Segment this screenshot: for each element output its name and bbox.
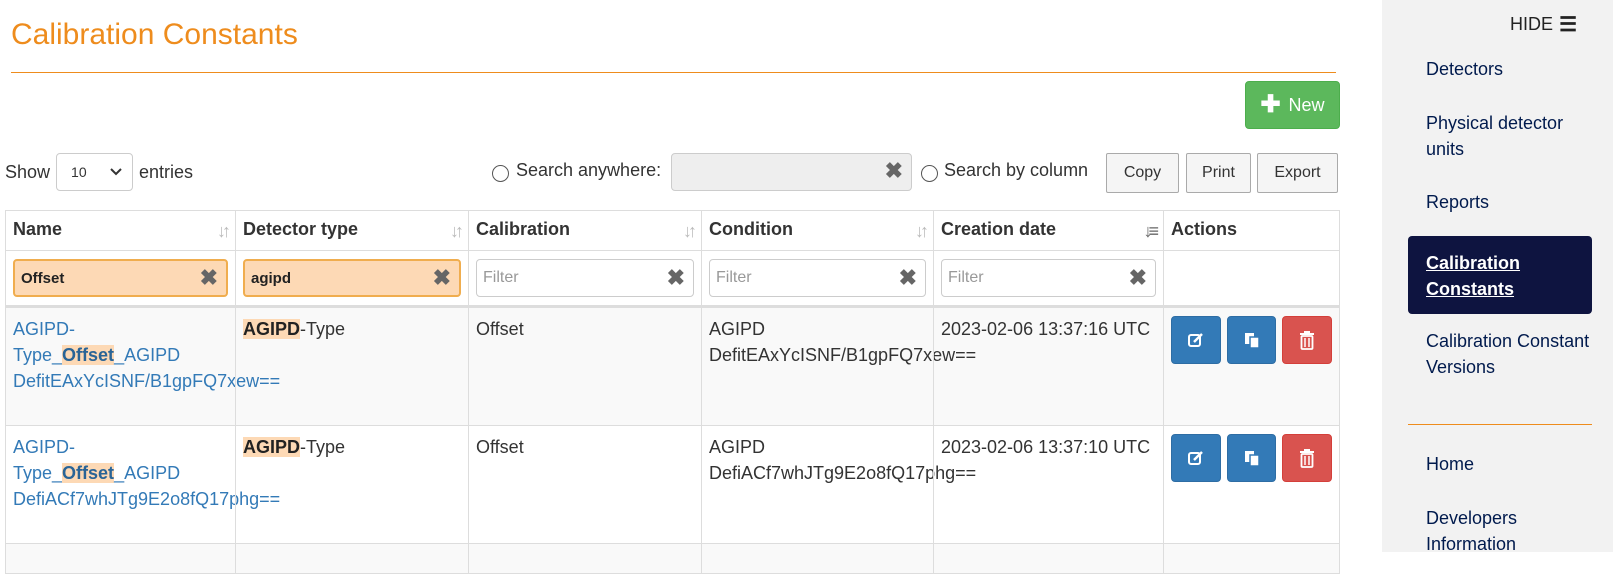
column-header-creation-date[interactable]: Creation date ↓≡: [933, 211, 1163, 250]
edit-button[interactable]: [1171, 434, 1221, 482]
clear-filter-icon[interactable]: ✖: [899, 267, 917, 289]
condition-cell: AGIPD DefiACf7whJTg9E2o8fQ17phg==: [701, 426, 976, 543]
filter-cell: Filter ✖: [701, 251, 933, 305]
page-length-control: Show 10 entries: [5, 153, 193, 191]
sort-icon: ↓↑: [450, 221, 464, 241]
condition-filter-input[interactable]: Filter ✖: [709, 259, 926, 297]
delete-button[interactable]: [1282, 434, 1333, 482]
page-length-select[interactable]: 10: [56, 153, 134, 191]
clear-filter-icon[interactable]: ✖: [433, 267, 451, 289]
detector-type-cell: AGIPD-Type: [235, 426, 468, 543]
sort-icon: ↓↑: [683, 221, 697, 241]
creation-date-cell: 2023-02-06 13:37:16 UTC: [933, 308, 1163, 425]
title-divider: [11, 72, 1336, 73]
sidebar-divider: [1408, 424, 1592, 425]
search-anywhere-label: Search anywhere:: [516, 160, 662, 180]
edit-icon: [1187, 451, 1203, 465]
sidebar-item-calibration-constants[interactable]: Calibration Constants: [1408, 236, 1592, 314]
sidebar-item-reports[interactable]: Reports: [1426, 189, 1596, 215]
clone-button[interactable]: [1226, 434, 1277, 482]
calibration-cell: Offset: [468, 308, 701, 425]
sidebar-item-calibration-constant-versions[interactable]: Calibration Constant Versions: [1426, 328, 1596, 380]
sidebar: HIDE ☰ Detectors Physical detector units…: [1382, 0, 1613, 554]
export-button[interactable]: Export: [1257, 153, 1338, 193]
detector-type-cell: AGIPD-Type: [235, 308, 468, 425]
entries-label: entries: [139, 161, 194, 182]
hide-sidebar-toggle[interactable]: HIDE ☰: [1510, 12, 1577, 37]
sidebar-item-detectors[interactable]: Detectors: [1426, 56, 1596, 82]
name-cell: AGIPD-Type_Offset_AGIPD DefitEAxYcISNF/B…: [5, 308, 280, 425]
page-title: Calibration Constants: [11, 18, 298, 51]
name-filter-input[interactable]: Offset ✖: [13, 259, 228, 297]
clear-filter-icon[interactable]: ✖: [200, 267, 218, 289]
show-label: Show: [5, 161, 51, 182]
sidebar-item-home[interactable]: Home: [1426, 451, 1596, 477]
sort-icon: ↓↑: [217, 221, 231, 241]
clone-button[interactable]: [1226, 316, 1277, 364]
trash-icon: [1300, 449, 1315, 468]
calibration-filter-input[interactable]: Filter ✖: [476, 259, 694, 297]
filter-cell: Filter ✖: [933, 251, 1163, 305]
creation-date-cell: 2023-02-06 13:37:10 UTC: [933, 426, 1163, 543]
trash-icon: [1300, 331, 1315, 350]
creation-date-filter-input[interactable]: Filter ✖: [941, 259, 1156, 297]
search-by-column-radio[interactable]: [921, 165, 938, 182]
edit-icon: [1187, 333, 1203, 347]
filter-cell: [1163, 251, 1340, 305]
clear-search-icon[interactable]: ✖: [885, 160, 903, 182]
table-header-row: Name ↓↑ Detector type ↓↑ Calibration ↓↑ …: [5, 210, 1340, 251]
new-button[interactable]: ✚ New: [1245, 81, 1340, 129]
calibration-constants-table: Name ↓↑ Detector type ↓↑ Calibration ↓↑ …: [5, 210, 1340, 574]
column-header-actions: Actions: [1163, 211, 1340, 250]
sidebar-item-physical-detector-units[interactable]: Physical detector units: [1426, 110, 1596, 162]
copy-icon: [1244, 333, 1260, 349]
sidebar-item-developers-information[interactable]: Developers Information: [1426, 505, 1596, 557]
column-header-detector-type[interactable]: Detector type ↓↑: [235, 211, 468, 250]
chevron-down-icon: [110, 168, 122, 176]
delete-button[interactable]: [1282, 316, 1333, 364]
filter-row: Offset ✖ agipd ✖ Filter ✖ Filter ✖ Filte: [5, 251, 1340, 308]
table-row: AGIPD-Type_Offset_AGIPD DefitEAxYcISNF/B…: [5, 308, 1340, 426]
column-header-name[interactable]: Name ↓↑: [5, 211, 235, 250]
copy-icon: [1244, 451, 1260, 467]
search-by-column-label: Search by column: [944, 160, 1089, 180]
name-cell: AGIPD-Type_Offset_AGIPD DefiACf7whJTg9E2…: [5, 426, 280, 543]
filter-cell: agipd ✖: [235, 251, 468, 305]
page-length-value: 10: [71, 164, 87, 180]
table-row: [5, 544, 1340, 574]
clear-filter-icon[interactable]: ✖: [667, 267, 685, 289]
condition-cell: AGIPD DefitEAxYcISNF/B1gpFQ7xew==: [701, 308, 976, 425]
column-header-calibration[interactable]: Calibration ↓↑: [468, 211, 701, 250]
actions-cell: [1163, 308, 1340, 425]
copy-button[interactable]: Copy: [1106, 153, 1179, 193]
table-row: AGIPD-Type_Offset_AGIPD DefiACf7whJTg9E2…: [5, 426, 1340, 544]
column-header-condition[interactable]: Condition ↓↑: [701, 211, 933, 250]
edit-button[interactable]: [1171, 316, 1221, 364]
hide-label: HIDE: [1510, 14, 1554, 34]
clear-filter-icon[interactable]: ✖: [1129, 267, 1147, 289]
bars-icon: ☰: [1559, 14, 1577, 36]
sort-icon: ↓↑: [915, 221, 929, 241]
filter-cell: Offset ✖: [5, 251, 235, 305]
plus-icon: ✚: [1260, 91, 1281, 118]
search-anywhere-radio[interactable]: [492, 165, 509, 182]
sort-desc-icon: ↓≡: [1143, 221, 1158, 241]
actions-cell: [1163, 426, 1340, 543]
search-anywhere-input[interactable]: ✖: [671, 153, 912, 191]
calibration-cell: Offset: [468, 426, 701, 543]
print-button[interactable]: Print: [1186, 153, 1251, 193]
filter-cell: Filter ✖: [468, 251, 701, 305]
detector-type-filter-input[interactable]: agipd ✖: [243, 259, 461, 297]
new-button-label: New: [1288, 94, 1325, 115]
